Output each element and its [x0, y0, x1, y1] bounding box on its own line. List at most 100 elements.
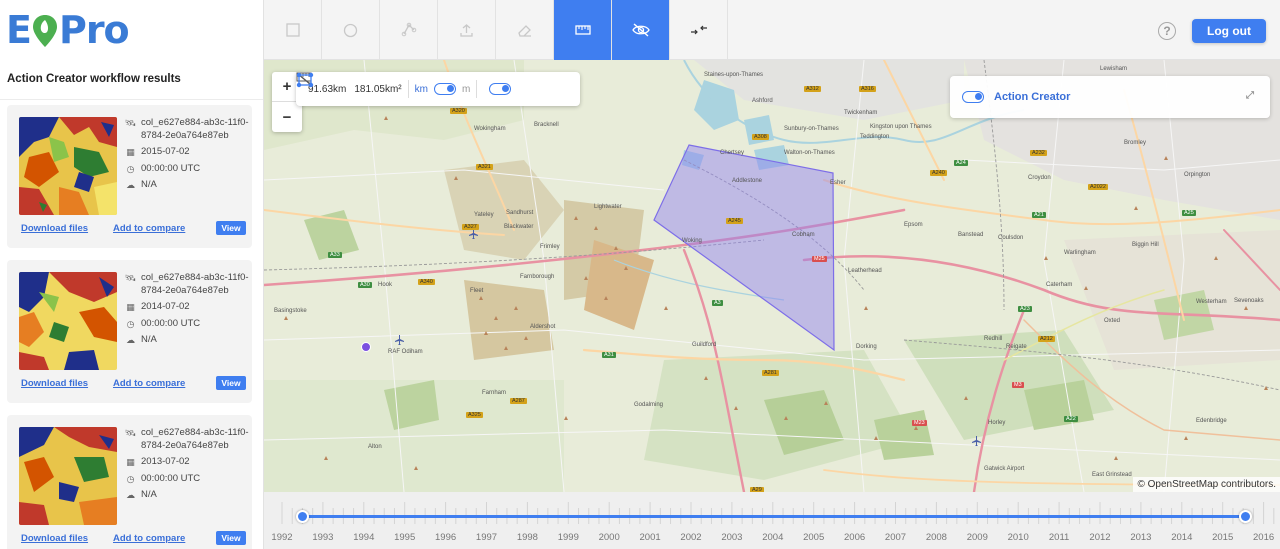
road-label: A240: [930, 170, 947, 176]
place-label: Twickenham: [844, 110, 878, 116]
place-label: Caterham: [1046, 282, 1073, 288]
timeline-year-label[interactable]: 2006: [844, 532, 865, 543]
upload-button[interactable]: [438, 0, 496, 60]
place-label: Croydon: [1028, 175, 1051, 181]
timeline-year-label[interactable]: 2016: [1253, 532, 1274, 543]
view-button[interactable]: View: [216, 376, 246, 390]
result-metadata: 🛰 col_e627e884-ab3c-11f0-8784-2e0a764e87e…: [124, 117, 249, 196]
place-label: Redhill: [984, 336, 1003, 342]
area-measure-icon[interactable]: [296, 72, 314, 88]
place-label: Ashford: [752, 98, 773, 104]
road-label: A3: [712, 300, 723, 306]
timeline-year-label[interactable]: 2008: [926, 532, 947, 543]
timeline-year-label[interactable]: 2015: [1212, 532, 1233, 543]
result-id: col_e627e884-ab3c-11f0-8784-2e0a764e87eb: [141, 427, 249, 451]
timeline-year-label[interactable]: 2007: [885, 532, 906, 543]
place-label: Addlestone: [732, 178, 763, 184]
result-metadata: 🛰 col_e627e884-ab3c-11f0-8784-2e0a764e87e…: [124, 272, 249, 351]
timeline-year-label[interactable]: 2014: [1171, 532, 1192, 543]
action-creator-toggle[interactable]: [962, 91, 984, 103]
download-files-link[interactable]: Download files: [21, 533, 88, 544]
timeline-year-label[interactable]: 2002: [680, 532, 701, 543]
timeline-year-label[interactable]: 2001: [640, 532, 661, 543]
result-thumbnail[interactable]: [19, 272, 117, 370]
cloud-icon: ☁: [126, 490, 135, 500]
add-to-compare-link[interactable]: Add to compare: [113, 223, 185, 234]
place-label: Banstead: [958, 232, 984, 238]
place-label: Biggin Hill: [1132, 242, 1159, 248]
road-label: A212: [1038, 336, 1055, 342]
app-logo[interactable]: E Pro: [6, 8, 130, 52]
draw-rectangle-button[interactable]: [264, 0, 322, 60]
timeline-year-label[interactable]: 2010: [1008, 532, 1029, 543]
draw-polygon-button[interactable]: [380, 0, 438, 60]
timeline-year-label[interactable]: 1997: [476, 532, 497, 543]
expand-icon[interactable]: ⤢: [1246, 90, 1256, 101]
place-label: Staines-upon-Thames: [704, 72, 764, 78]
add-to-compare-link[interactable]: Add to compare: [113, 533, 185, 544]
timeline-year-label[interactable]: 2003: [721, 532, 742, 543]
timeline-year-label[interactable]: 1994: [353, 532, 374, 543]
zoom-out-button[interactable]: −: [272, 102, 302, 132]
timeline-year-label[interactable]: 2012: [1089, 532, 1110, 543]
timeline-year-label[interactable]: 2000: [599, 532, 620, 543]
result-cloud-cover: N/A: [141, 334, 157, 345]
road-label: A325: [466, 412, 483, 418]
timeline-end-handle[interactable]: [1239, 510, 1252, 523]
hide-layers-button[interactable]: [612, 0, 670, 60]
erase-button[interactable]: [496, 0, 554, 60]
timeline-year-label[interactable]: 1998: [517, 532, 538, 543]
timeline-range-track[interactable]: [302, 515, 1246, 518]
measure-panel: 91.63km 181.05km² km m: [296, 72, 580, 106]
road-label: A321: [476, 164, 493, 170]
place-label: Lewisham: [1100, 66, 1128, 72]
road-label: A22: [1064, 416, 1078, 422]
road-label: A312: [804, 86, 821, 92]
measure-button[interactable]: [554, 0, 612, 60]
timeline-year-label[interactable]: 2009: [967, 532, 988, 543]
timeline-year-label[interactable]: 2013: [1130, 532, 1151, 543]
view-button[interactable]: View: [216, 531, 246, 545]
place-label: Aldershot: [530, 324, 556, 330]
result-card: 🛰 col_e627e884-ab3c-11f0-8784-2e0a764e87e…: [7, 415, 252, 549]
action-creator-label[interactable]: Action Creator: [994, 91, 1070, 103]
road-label: A245: [726, 218, 743, 224]
timeline-year-label[interactable]: 1995: [394, 532, 415, 543]
result-time: 00:00:00 UTC: [141, 472, 201, 484]
download-files-link[interactable]: Download files: [21, 378, 88, 389]
unit-toggle[interactable]: [433, 83, 456, 95]
result-thumbnail[interactable]: [19, 117, 117, 215]
map-canvas[interactable]: Staines-upon-Thames Ashford Twickenham Tedd…: [264, 60, 1280, 492]
timeline-year-label[interactable]: 2005: [803, 532, 824, 543]
timeline-start-handle[interactable]: [296, 510, 309, 523]
draw-circle-button[interactable]: [322, 0, 380, 60]
road-label: A320: [450, 108, 467, 114]
timeline-year-label[interactable]: 1999: [558, 532, 579, 543]
timeline-year-label[interactable]: 1993: [312, 532, 333, 543]
place-label: Blackwater: [504, 224, 534, 230]
timeline-year-label[interactable]: 2004: [762, 532, 783, 543]
road-label: A327: [462, 224, 479, 230]
satellite-icon: 🛰: [124, 273, 137, 283]
map-attribution[interactable]: © OpenStreetMap contributors.: [1133, 477, 1280, 492]
place-label: Esher: [830, 180, 846, 186]
collapse-button[interactable]: [670, 0, 728, 60]
result-thumbnail[interactable]: [19, 427, 117, 525]
result-date: 2013-07-02: [141, 456, 190, 467]
logout-button[interactable]: Log out: [1192, 19, 1266, 43]
add-to-compare-link[interactable]: Add to compare: [113, 378, 185, 389]
view-button[interactable]: View: [216, 221, 246, 235]
road-label: A232: [1030, 150, 1047, 156]
place-label: Farnborough: [520, 274, 555, 280]
timeline-year-label[interactable]: 2011: [1049, 532, 1069, 543]
timeline-year-label[interactable]: 1996: [435, 532, 456, 543]
place-label: Gatwick Airport: [984, 466, 1025, 472]
cloud-icon: ☁: [126, 335, 135, 345]
help-icon[interactable]: ?: [1158, 22, 1176, 40]
measure-mode-toggle[interactable]: [489, 83, 512, 95]
download-files-link[interactable]: Download files: [21, 223, 88, 234]
result-id: col_e627e884-ab3c-11f0-8784-2e0a764e87eb: [141, 117, 249, 141]
timeline-year-label[interactable]: 1992: [271, 532, 292, 543]
place-label: Kingston upon Thames: [870, 124, 932, 130]
road-label: A25: [1182, 210, 1196, 216]
